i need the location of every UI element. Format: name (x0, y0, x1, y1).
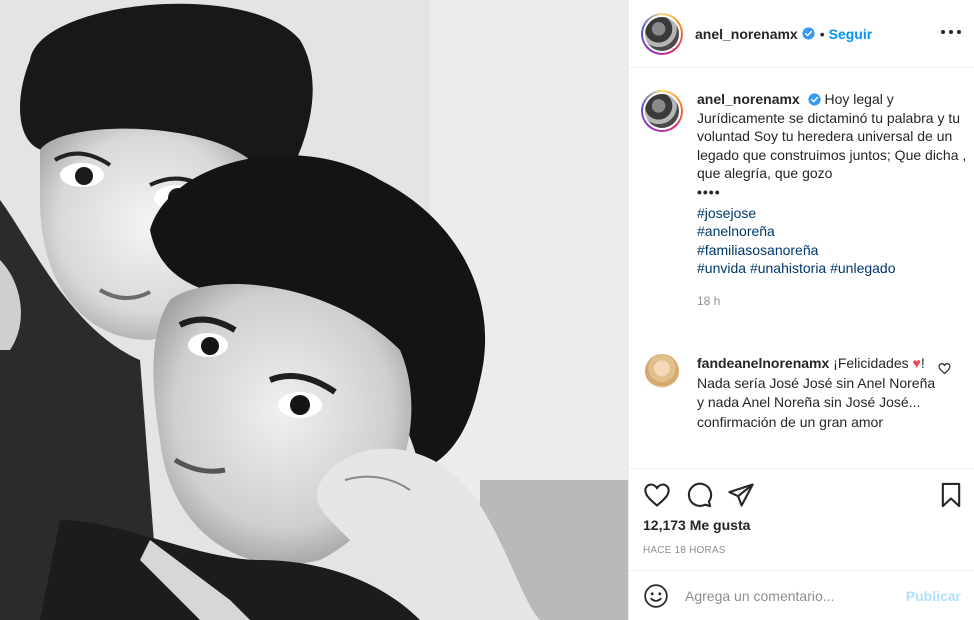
comment-composer: Publicar (629, 570, 974, 620)
author-username[interactable]: anel_norenamx (695, 26, 798, 42)
hashtag-link[interactable]: #familiasosanoreña (697, 241, 967, 260)
verified-icon (808, 93, 821, 106)
commenter-avatar[interactable] (645, 354, 679, 388)
more-icon[interactable] (941, 22, 961, 42)
emoji-icon[interactable] (643, 583, 669, 609)
comment-username[interactable]: fandeanelnorenamx (697, 355, 829, 371)
hashtag-link[interactable]: #unvida (697, 260, 746, 276)
post-actions: 12,173 Me gusta HACE 18 HORAS (629, 468, 974, 570)
verified-icon (802, 27, 815, 40)
hashtag-link[interactable]: #unlegado (830, 260, 895, 276)
comment-icon[interactable] (685, 481, 713, 509)
hashtag-list: #josejose #anelnoreña #familiasosanoreña… (697, 204, 967, 278)
post-photo[interactable] (0, 0, 628, 620)
caption: anel_norenamx Hoy legal y Jurídicamente … (641, 90, 971, 311)
heart-icon[interactable] (643, 481, 671, 509)
post-time[interactable]: HACE 18 HORAS (643, 545, 726, 556)
photo-illustration (0, 0, 628, 620)
author-avatar[interactable] (641, 12, 683, 55)
comments-scroll-area[interactable]: anel_norenamx Hoy legal y Jurídicamente … (629, 68, 974, 468)
hashtag-link[interactable]: #unahistoria (750, 260, 826, 276)
post-detail-panel: anel_norenamx • Seguir anel_norenamx Hoy… (628, 0, 974, 620)
hashtag-row: #unvida #unahistoria #unlegado (697, 259, 967, 278)
comment-input[interactable] (685, 587, 895, 604)
publish-button[interactable]: Publicar (906, 588, 961, 604)
heart-emoji-icon: ♥ (912, 355, 921, 371)
hashtag-link[interactable]: #anelnoreña (697, 222, 967, 241)
share-icon[interactable] (727, 481, 755, 509)
likes-count[interactable]: 12,173 Me gusta (643, 517, 750, 533)
post-header: anel_norenamx • Seguir (629, 0, 974, 68)
follow-button[interactable]: Seguir (829, 26, 873, 42)
comment-item: fandeanelnorenamx ¡Felicidades ♥! Nada s… (641, 354, 971, 432)
comment-body: fandeanelnorenamx ¡Felicidades ♥! Nada s… (697, 354, 943, 432)
comment-like-icon[interactable] (938, 362, 951, 375)
save-icon[interactable] (937, 481, 965, 509)
caption-body: anel_norenamx Hoy legal y Jurídicamente … (697, 90, 967, 311)
comment-text-start: ¡Felicidades (833, 355, 909, 371)
caption-username[interactable]: anel_norenamx (697, 91, 800, 107)
hashtag-link[interactable]: #josejose (697, 204, 967, 223)
caption-dots: •••• (697, 183, 721, 200)
caption-time[interactable]: 18 h (697, 292, 967, 311)
caption-avatar[interactable] (641, 90, 683, 132)
separator-dot: • (819, 25, 825, 42)
